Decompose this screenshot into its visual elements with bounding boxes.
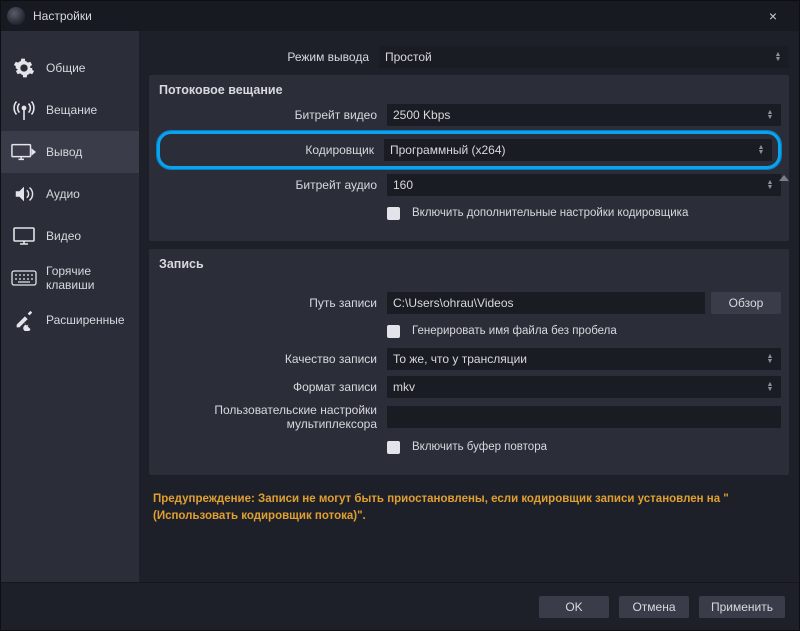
ok-button[interactable]: OK (539, 596, 609, 618)
replay-buffer-checkbox[interactable] (387, 441, 400, 454)
dialog-footer: OK Отмена Применить (1, 582, 799, 630)
keyboard-icon (11, 268, 37, 288)
encoder-label: Кодировщик (166, 143, 384, 157)
recording-path-input[interactable] (387, 292, 705, 314)
sidebar-item-output[interactable]: Вывод (1, 131, 139, 173)
recording-section: Запись Путь записи Обзор Генерировать им… (149, 249, 789, 475)
muxer-label: Пользовательские настройки мультиплексор… (157, 403, 387, 431)
streaming-section: Потоковое вещание Битрейт видео 2500 Kbp… (149, 75, 789, 241)
sidebar-item-label: Расширенные (46, 313, 125, 327)
replay-buffer-label: Включить буфер повтора (412, 441, 547, 453)
encoder-highlight: Кодировщик Программный (x264) ▲▼ (157, 131, 781, 169)
audio-bitrate-value: 160 (393, 178, 413, 192)
chevron-updown-icon: ▲▼ (765, 180, 775, 190)
recording-path-label: Путь записи (157, 296, 387, 310)
recording-quality-label: Качество записи (157, 352, 387, 366)
close-button[interactable]: × (753, 8, 793, 24)
tools-icon (11, 310, 37, 330)
recording-quality-select[interactable]: То же, что у трансляции ▲▼ (387, 348, 781, 370)
filename-no-space-checkbox[interactable] (387, 325, 400, 338)
sidebar-item-label: Вещание (46, 103, 97, 117)
advanced-encoder-checkbox[interactable] (387, 207, 400, 220)
obs-logo-icon (7, 7, 25, 25)
chevron-updown-icon: ▲▼ (765, 354, 775, 364)
sidebar: Общие Вещание Вывод Аудио (1, 31, 139, 582)
video-bitrate-value: 2500 Kbps (393, 108, 450, 122)
sidebar-item-general[interactable]: Общие (1, 47, 139, 89)
output-monitor-icon (11, 142, 37, 162)
antenna-icon (11, 100, 37, 120)
sidebar-item-audio[interactable]: Аудио (1, 173, 139, 215)
content-pane: Режим вывода Простой ▲▼ Потоковое вещани… (139, 31, 799, 582)
window-title: Настройки (33, 9, 92, 23)
video-bitrate-input[interactable]: 2500 Kbps ▲▼ (387, 104, 781, 126)
recording-title: Запись (157, 257, 781, 277)
sidebar-item-label: Видео (46, 229, 81, 243)
sidebar-item-label: Вывод (46, 145, 82, 159)
speaker-icon (11, 184, 37, 204)
chevron-updown-icon: ▲▼ (765, 110, 775, 120)
advanced-encoder-check-label: Включить дополнительные настройки кодиро… (412, 207, 688, 219)
recording-format-label: Формат записи (157, 380, 387, 394)
browse-button[interactable]: Обзор (711, 292, 781, 314)
sidebar-item-hotkeys[interactable]: Горячие клавиши (1, 257, 139, 299)
output-mode-label: Режим вывода (149, 50, 379, 64)
cancel-button[interactable]: Отмена (619, 596, 689, 618)
scroll-up-indicator[interactable] (779, 175, 787, 183)
recording-format-select[interactable]: mkv ▲▼ (387, 376, 781, 398)
sidebar-item-advanced[interactable]: Расширенные (1, 299, 139, 341)
sidebar-item-label: Аудио (46, 187, 80, 201)
apply-button[interactable]: Применить (699, 596, 785, 618)
chevron-updown-icon: ▲▼ (756, 145, 766, 155)
streaming-title: Потоковое вещание (157, 83, 781, 103)
sidebar-item-stream[interactable]: Вещание (1, 89, 139, 131)
titlebar: Настройки × (1, 1, 799, 31)
gear-icon (11, 58, 37, 78)
sidebar-item-label: Общие (46, 61, 85, 75)
monitor-icon (11, 226, 37, 246)
output-mode-value: Простой (385, 50, 432, 64)
sidebar-item-label: Горячие клавиши (46, 264, 131, 292)
chevron-updown-icon: ▲▼ (773, 52, 783, 62)
recording-quality-value: То же, что у трансляции (393, 352, 527, 366)
warning-text: Предупреждение: Записи не могут быть при… (149, 483, 789, 532)
encoder-value: Программный (x264) (390, 143, 506, 157)
encoder-select[interactable]: Программный (x264) ▲▼ (384, 139, 772, 161)
audio-bitrate-label: Битрейт аудио (157, 178, 387, 192)
video-bitrate-label: Битрейт видео (157, 108, 387, 122)
muxer-input[interactable] (387, 406, 781, 428)
recording-format-value: mkv (393, 380, 415, 394)
filename-no-space-label: Генерировать имя файла без пробела (412, 325, 617, 337)
chevron-updown-icon: ▲▼ (765, 382, 775, 392)
output-mode-select[interactable]: Простой ▲▼ (379, 46, 789, 68)
sidebar-item-video[interactable]: Видео (1, 215, 139, 257)
audio-bitrate-select[interactable]: 160 ▲▼ (387, 174, 781, 196)
